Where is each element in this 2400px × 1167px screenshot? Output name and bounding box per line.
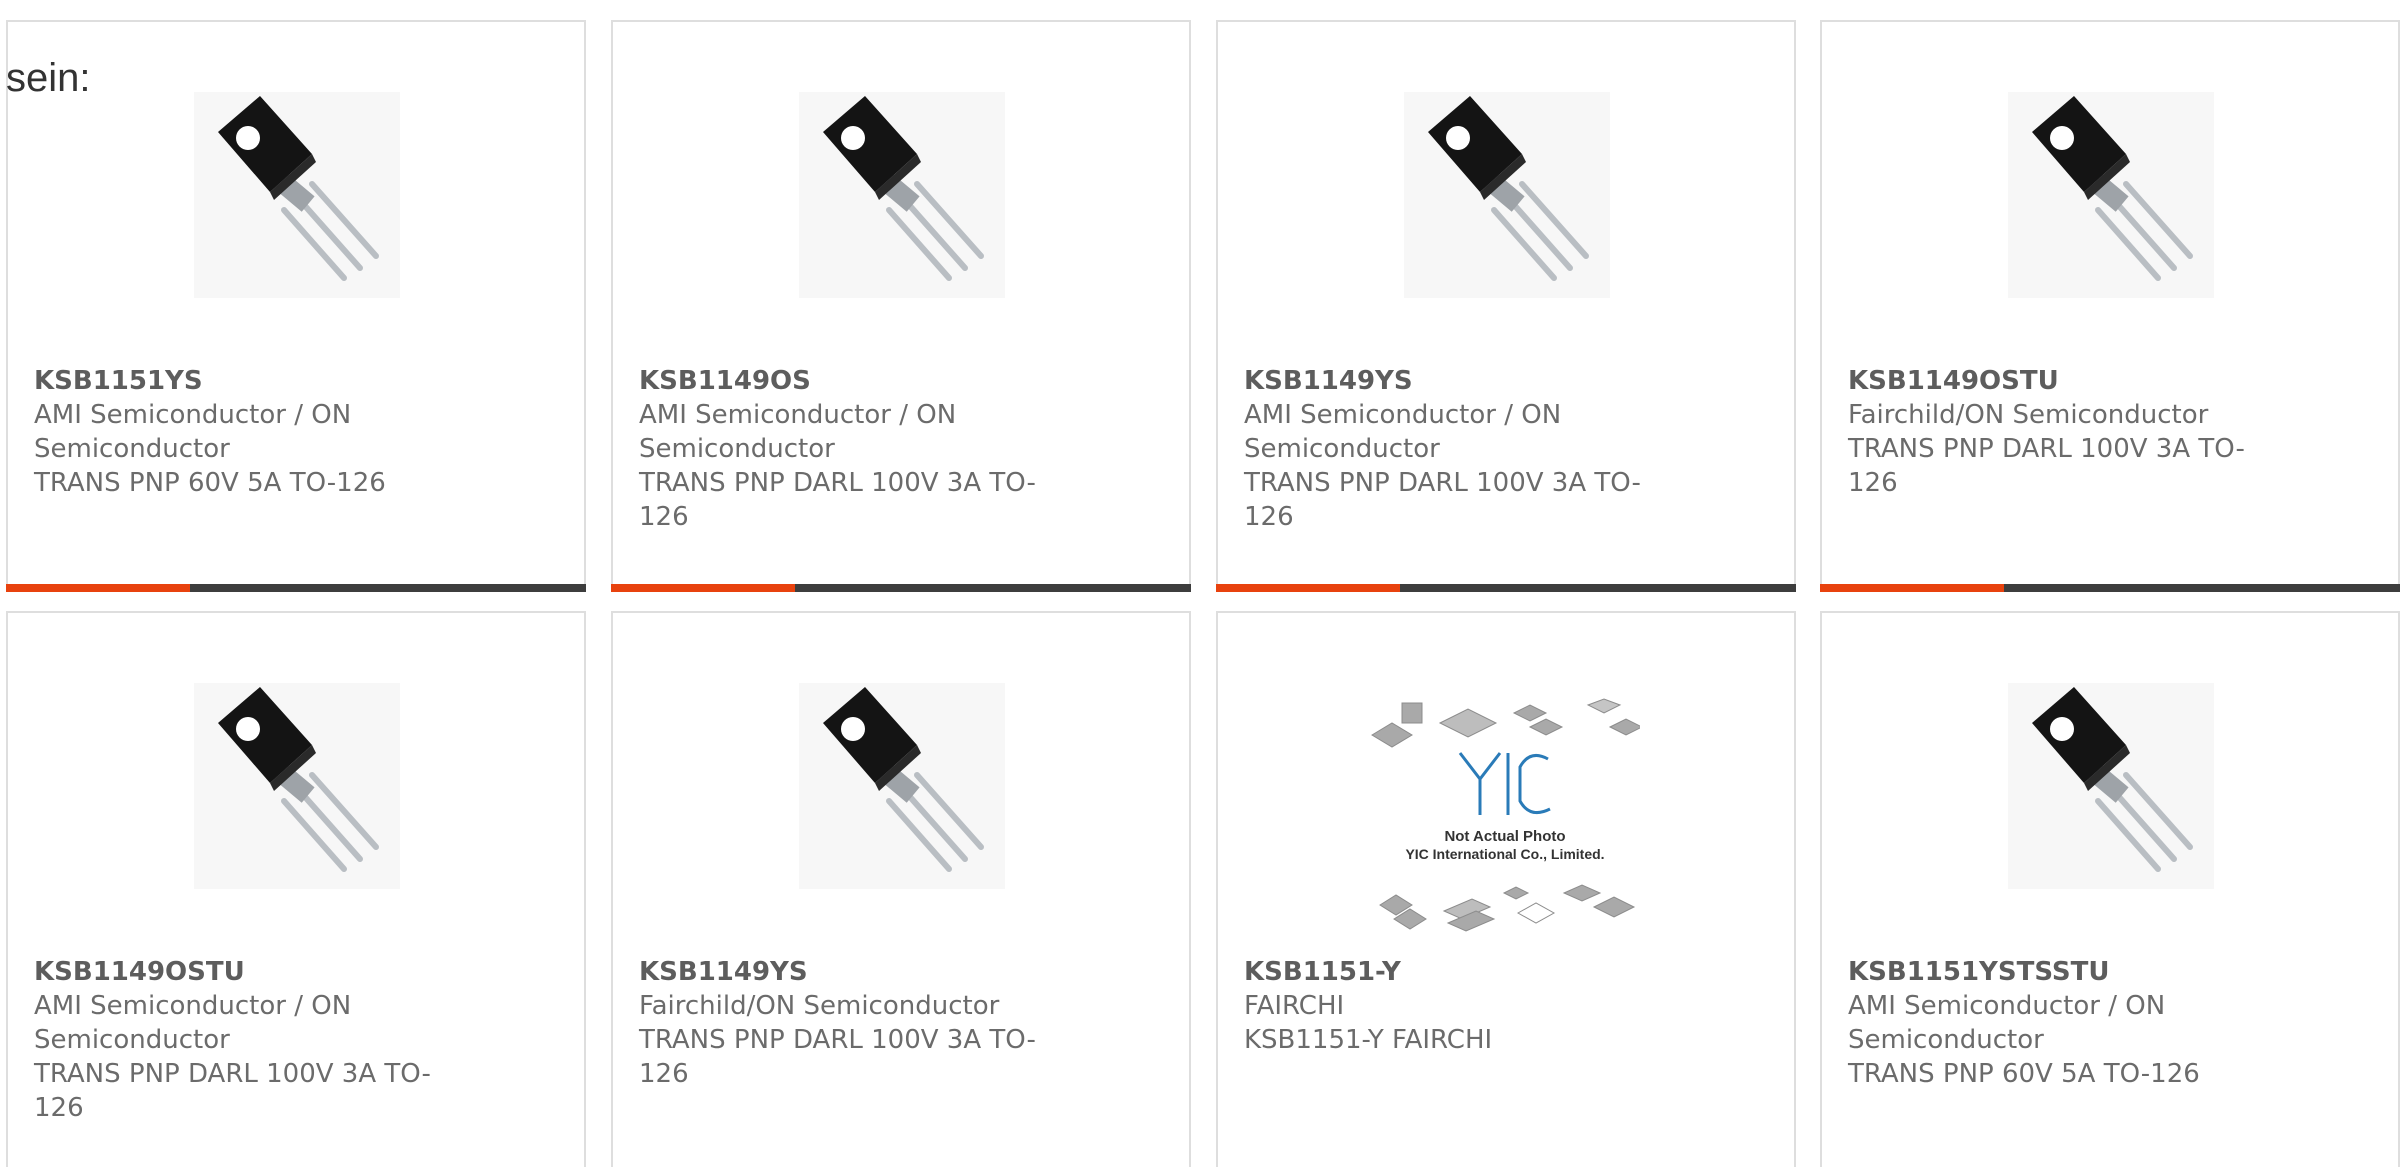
product-info: KSB1151-Y FAIRCHI KSB1151-Y FAIRCHI [1244,955,1644,1057]
yic-placeholder-icon[interactable]: Not Actual Photo YIC International Co., … [1370,697,1644,937]
product-card[interactable]: KSB1151YSTSSTU AMI Semiconductor / ON Se… [1820,611,2400,1167]
product-info: KSB1149OSTU AMI Semiconductor / ON Semic… [34,955,434,1125]
product-card[interactable]: KSB1149OS AMI Semiconductor / ON Semicon… [611,20,1191,592]
manufacturer: AMI Semiconductor / ON Semiconductor [639,400,957,464]
product-card[interactable]: Not Actual Photo YIC International Co., … [1216,611,1796,1167]
transistor-to126-icon[interactable] [194,683,400,889]
card-accent-bar [1216,584,1796,592]
part-number[interactable]: KSB1151YSTSSTU [1848,955,2248,989]
product-info: KSB1151YS AMI Semiconductor / ON Semicon… [34,364,434,500]
manufacturer: AMI Semiconductor / ON Semiconductor [1244,400,1562,464]
manufacturer: AMI Semiconductor / ON Semiconductor [34,400,352,464]
part-number[interactable]: KSB1149YS [639,955,1039,989]
description: TRANS PNP DARL 100V 3A TO-126 [639,468,1036,532]
product-card[interactable]: KSB1151YS AMI Semiconductor / ON Semicon… [6,20,586,592]
placeholder-caption-1: Not Actual Photo [1444,828,1565,845]
product-card[interactable]: KSB1149YS Fairchild/ON Semiconductor TRA… [611,611,1191,1167]
transistor-to126-icon[interactable] [2008,92,2214,298]
part-number[interactable]: KSB1149OSTU [1848,364,2248,398]
product-info: KSB1151YSTSSTU AMI Semiconductor / ON Se… [1848,955,2248,1091]
description: TRANS PNP DARL 100V 3A TO-126 [1848,434,2245,498]
product-grid-page: sein: KSB1151YS AMI Semiconductor / ON S… [0,0,2400,1167]
description: TRANS PNP 60V 5A TO-126 [34,468,386,498]
intro-text: sein: [6,56,91,100]
transistor-to126-icon[interactable] [799,92,1005,298]
transistor-to126-icon[interactable] [194,92,400,298]
manufacturer: Fairchild/ON Semiconductor [639,991,1000,1021]
part-number[interactable]: KSB1149OSTU [34,955,434,989]
manufacturer: FAIRCHI [1244,991,1345,1021]
product-card[interactable]: KSB1149OSTU AMI Semiconductor / ON Semic… [6,611,586,1167]
card-accent-bar [1820,584,2400,592]
placeholder-caption-2: YIC International Co., Limited. [1405,846,1604,862]
transistor-to126-icon[interactable] [1404,92,1610,298]
description: KSB1151-Y FAIRCHI [1244,1025,1493,1055]
description: TRANS PNP 60V 5A TO-126 [1848,1059,2200,1089]
card-accent-bar [611,584,1191,592]
manufacturer: AMI Semiconductor / ON Semiconductor [1848,991,2166,1055]
part-number[interactable]: KSB1149YS [1244,364,1644,398]
product-card[interactable]: KSB1149OSTU Fairchild/ON Semiconductor T… [1820,20,2400,592]
manufacturer: Fairchild/ON Semiconductor [1848,400,2209,430]
transistor-to126-icon[interactable] [2008,683,2214,889]
product-info: KSB1149OSTU Fairchild/ON Semiconductor T… [1848,364,2248,500]
part-number[interactable]: KSB1151-Y [1244,955,1644,989]
product-card[interactable]: KSB1149YS AMI Semiconductor / ON Semicon… [1216,20,1796,592]
product-info: KSB1149YS AMI Semiconductor / ON Semicon… [1244,364,1644,534]
description: TRANS PNP DARL 100V 3A TO-126 [639,1025,1036,1089]
card-accent-bar [6,584,586,592]
description: TRANS PNP DARL 100V 3A TO-126 [34,1059,431,1123]
part-number[interactable]: KSB1151YS [34,364,434,398]
transistor-to126-icon[interactable] [799,683,1005,889]
part-number[interactable]: KSB1149OS [639,364,1039,398]
description: TRANS PNP DARL 100V 3A TO-126 [1244,468,1641,532]
manufacturer: AMI Semiconductor / ON Semiconductor [34,991,352,1055]
product-info: KSB1149YS Fairchild/ON Semiconductor TRA… [639,955,1039,1091]
product-info: KSB1149OS AMI Semiconductor / ON Semicon… [639,364,1039,534]
